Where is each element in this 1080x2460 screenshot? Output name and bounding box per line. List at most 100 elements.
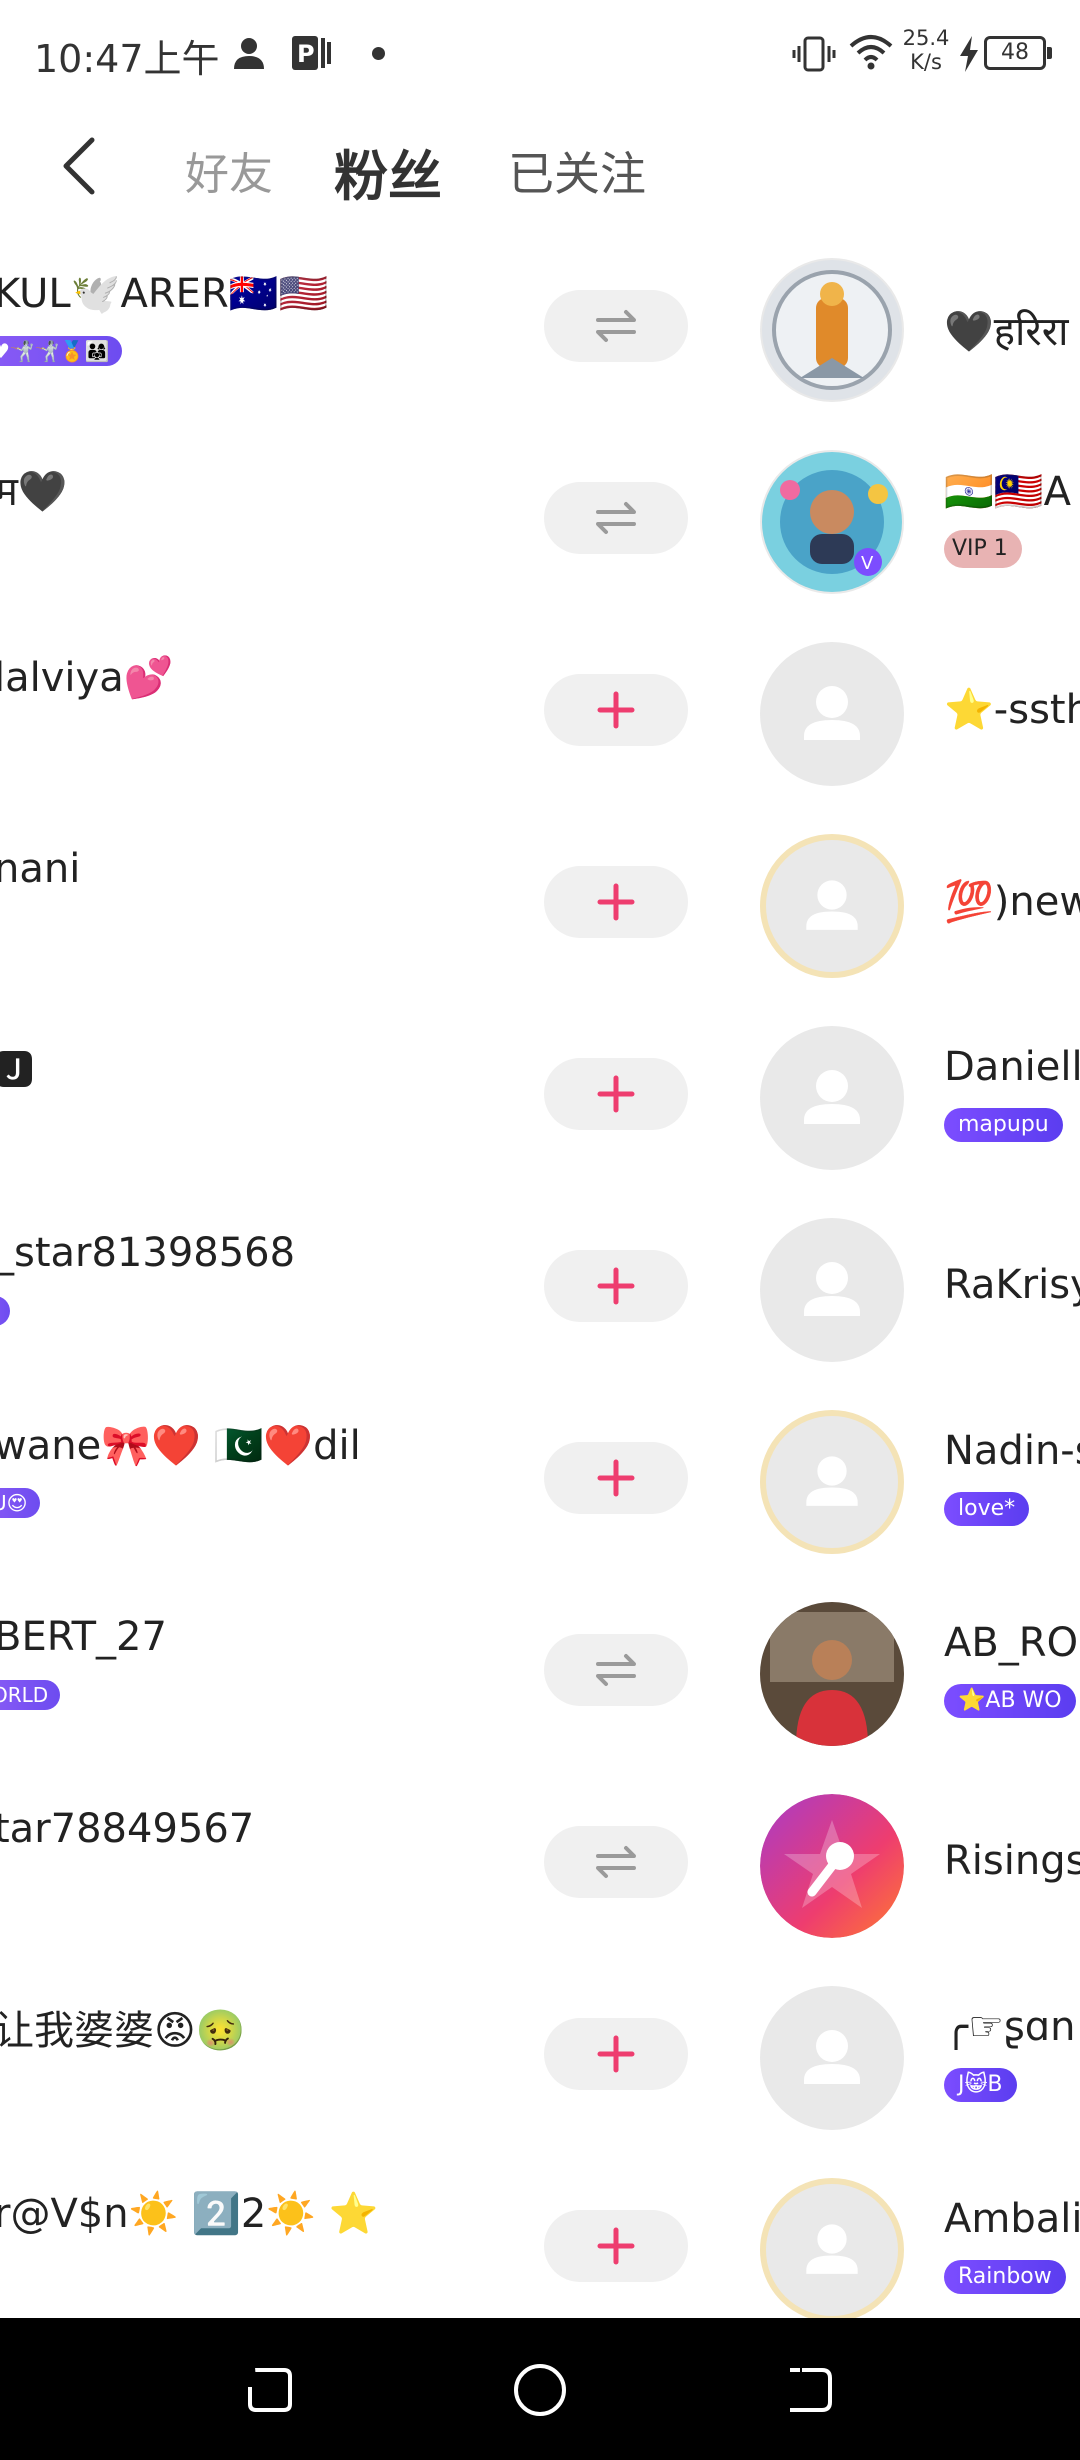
avatar[interactable] — [760, 834, 904, 978]
fan-club-badge: Rainbow — [944, 2260, 1066, 2294]
mutual-follow-button[interactable] — [544, 482, 688, 554]
avatar[interactable] — [760, 1218, 904, 1362]
user-name: AB_ROB — [944, 1620, 1080, 1666]
plus-icon — [597, 2227, 635, 2265]
list-item[interactable]: म🖤 V 🇮🇳🇲🇾A VIP 1 — [0, 432, 1080, 624]
user-name: Daniella — [944, 1044, 1080, 1090]
left-user-name: BERT_27 — [0, 1614, 167, 1660]
tab-friends[interactable]: 好友 — [185, 138, 273, 202]
user-name: ⭐-ssth — [944, 687, 1080, 733]
avatar[interactable] — [760, 1986, 904, 2130]
follow-button[interactable] — [544, 1250, 688, 1322]
chevron-left-icon[interactable] — [52, 130, 108, 202]
default-avatar-icon — [806, 1456, 858, 1506]
plus-icon — [597, 2035, 635, 2073]
fan-club-badge: love* — [944, 1492, 1030, 1526]
default-avatar-icon — [804, 1070, 860, 1124]
user-name: Nadin-s — [944, 1428, 1080, 1474]
follow-button[interactable] — [544, 2018, 688, 2090]
list-item[interactable]: BERT_27 ORLD AB_ROB ⭐AB WO — [0, 1584, 1080, 1776]
frame-avatar: V — [762, 452, 902, 592]
header: 好友 粉丝 已关注 — [0, 110, 1080, 230]
left-user-name: 让我婆婆😡🤢 — [0, 2008, 246, 2054]
status-time: 10:47上午 — [34, 37, 220, 81]
plus-icon — [597, 691, 635, 729]
network-speed: 25.4 K/s — [902, 26, 950, 74]
mutual-arrows-icon — [596, 1846, 636, 1878]
list-item[interactable]: lalviya💕 ⭐-ssth — [0, 624, 1080, 816]
left-user-badge: ♥🤺🤺🏅👨‍👩‍👧 — [0, 336, 122, 366]
navigation-bar — [0, 2318, 1080, 2460]
plus-icon — [597, 1459, 635, 1497]
list-item[interactable]: _star81398568 I RaKrisy — [0, 1200, 1080, 1392]
list-item[interactable]: 让我婆婆😡🤢 ╭☞ʂɑn J😸B — [0, 1968, 1080, 2160]
list-item[interactable]: KUL🕊️ARER🇦🇺🇺🇸 ♥🤺🤺🏅👨‍👩‍👧 🖤हरिरा — [0, 240, 1080, 432]
screen: 10:47上午 P 25.4 K/s 48 好友 粉丝 已关注 KUL🕊️ARE… — [0, 0, 1080, 2460]
notification-dot — [372, 47, 385, 60]
left-user-name: _star81398568 — [0, 1230, 296, 1276]
list-item[interactable]: tar78849567 Risings — [0, 1776, 1080, 1968]
follow-button[interactable] — [544, 1442, 688, 1514]
default-avatar-icon — [806, 880, 858, 930]
svg-text:V: V — [861, 553, 874, 574]
svg-text:P: P — [297, 40, 315, 68]
star-logo-avatar — [760, 1794, 904, 1938]
mutual-arrows-icon — [596, 502, 636, 534]
back-icon[interactable] — [782, 2362, 838, 2418]
p-app-icon: P — [292, 36, 331, 70]
tab-following[interactable]: 已关注 — [508, 138, 646, 204]
charging-icon — [960, 36, 978, 72]
avatar[interactable]: V — [760, 450, 904, 594]
left-user-name: wane🎀❤️ 🇵🇰❤️dil — [0, 1423, 361, 1469]
avatar[interactable] — [760, 1026, 904, 1170]
fan-club-badge: mapupu — [944, 1108, 1063, 1142]
avatar[interactable] — [760, 1602, 904, 1746]
tab-fans[interactable]: 粉丝 — [334, 132, 442, 211]
avatar[interactable] — [760, 642, 904, 786]
user-name: Ambalil — [944, 2196, 1080, 2242]
battery-icon: 48 — [984, 36, 1052, 70]
plus-icon — [597, 1267, 635, 1305]
left-user-name: KUL🕊️ARER🇦🇺🇺🇸 — [0, 271, 329, 317]
left-user-badge: U😍 — [0, 1488, 40, 1518]
list-item[interactable]: 🅹 Daniella mapupu — [0, 1008, 1080, 1200]
user-name: RaKrisy — [944, 1262, 1080, 1308]
mutual-follow-button[interactable] — [544, 290, 688, 362]
home-icon[interactable] — [512, 2362, 568, 2418]
user-name: 💯)new — [944, 879, 1080, 925]
vip-badge: VIP 1 — [944, 530, 1022, 568]
avatar[interactable] — [760, 2178, 904, 2322]
fan-club-badge: J😸B — [944, 2068, 1017, 2102]
user-name: 🇮🇳🇲🇾A — [944, 469, 1071, 515]
left-user-name: r@V$n☀️ 2️⃣2☀️ ⭐ — [0, 2191, 379, 2237]
user-name: Risings — [944, 1838, 1080, 1884]
avatar[interactable] — [760, 258, 904, 402]
list-item[interactable]: wane🎀❤️ 🇵🇰❤️dil U😍 Nadin-s love* — [0, 1392, 1080, 1584]
wifi-icon — [849, 35, 893, 70]
mutual-arrows-icon — [596, 1654, 636, 1686]
avatar[interactable] — [760, 1410, 904, 1554]
default-avatar-icon — [806, 2224, 858, 2274]
list-item[interactable]: nani 💯)new — [0, 816, 1080, 1008]
mutual-follow-button[interactable] — [544, 1826, 688, 1898]
follow-button[interactable] — [544, 1058, 688, 1130]
user-name: ╭☞ʂɑn — [944, 2004, 1076, 2050]
person-icon — [234, 38, 264, 69]
left-user-badge: ORLD — [0, 1680, 61, 1710]
default-avatar-icon — [804, 2030, 860, 2084]
recents-icon[interactable] — [242, 2362, 298, 2418]
status-bar: 10:47上午 P 25.4 K/s 48 — [0, 0, 1080, 110]
follow-button[interactable] — [544, 866, 688, 938]
photo-avatar — [760, 1602, 904, 1746]
follow-button[interactable] — [544, 2210, 688, 2282]
deity-avatar — [762, 260, 902, 400]
user-name: 🖤हरिरा — [944, 309, 1069, 355]
left-user-name: tar78849567 — [0, 1806, 255, 1852]
left-user-name: 🅹 — [0, 1048, 34, 1094]
plus-icon — [597, 1075, 635, 1113]
left-user-name: lalviya💕 — [0, 655, 174, 701]
mutual-arrows-icon — [596, 310, 636, 342]
follow-button[interactable] — [544, 674, 688, 746]
avatar[interactable] — [760, 1794, 904, 1938]
mutual-follow-button[interactable] — [544, 1634, 688, 1706]
